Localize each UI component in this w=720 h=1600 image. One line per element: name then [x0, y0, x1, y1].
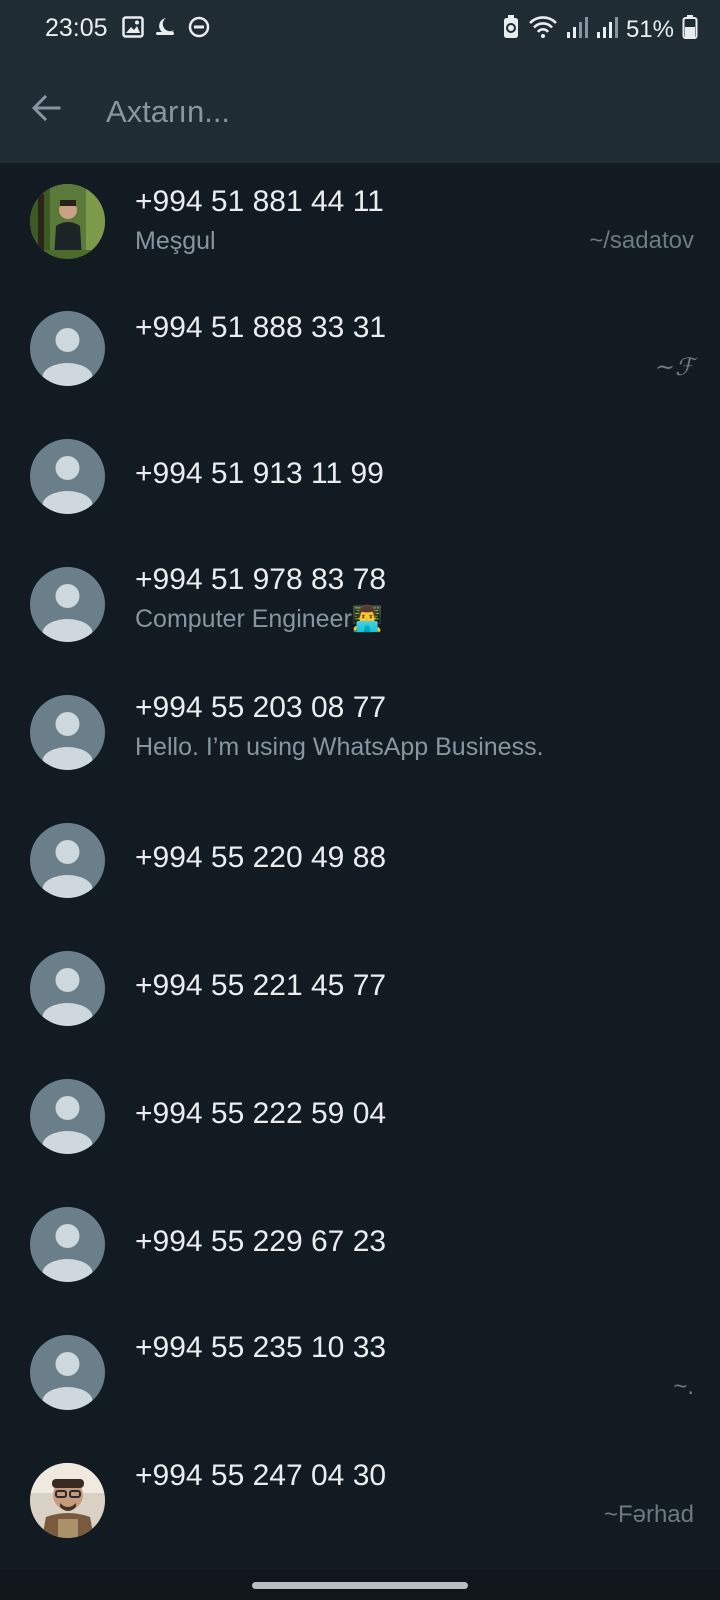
contact-row[interactable]: +994 55 222 59 04 [0, 1059, 720, 1187]
avatar [30, 951, 105, 1026]
search-input[interactable] [104, 86, 688, 138]
contact-about: Meşgul [135, 227, 216, 255]
dnd-icon [188, 16, 210, 43]
avatar [30, 1335, 105, 1410]
contact-name: +994 55 247 04 30 [135, 1459, 387, 1492]
contact-name: +994 55 220 49 88 [135, 841, 387, 874]
back-button[interactable] [22, 86, 70, 134]
contact-name: +994 51 881 44 11 [135, 185, 384, 218]
sleep-icon [154, 16, 178, 43]
contact-row[interactable]: +994 55 229 67 23 [0, 1187, 720, 1315]
avatar [30, 1079, 105, 1154]
contact-name: +994 55 222 59 04 [135, 1097, 387, 1130]
contact-row[interactable]: +994 55 235 10 33 ~. [0, 1315, 720, 1443]
contact-name: +994 55 203 08 77 [135, 691, 387, 724]
home-indicator[interactable] [252, 1582, 468, 1589]
battery-icon [682, 14, 698, 45]
avatar [30, 823, 105, 898]
contact-name: +994 51 913 11 99 [135, 457, 384, 490]
status-bar: 23:05 51% [0, 0, 720, 58]
wifi-icon [528, 15, 558, 44]
signal-icon [596, 15, 618, 44]
contact-row[interactable]: +994 55 220 49 88 [0, 803, 720, 931]
contact-pushname: ~Fərhad [603, 1501, 694, 1528]
contact-list: +994 51 881 44 11 Meşgul ~/sadatov +994 … [0, 163, 720, 1571]
avatar [30, 567, 105, 642]
contact-row[interactable]: +994 55 203 08 77 Hello. I’m using Whats… [0, 675, 720, 803]
image-icon [122, 16, 144, 43]
contact-row[interactable]: +994 55 221 45 77 [0, 931, 720, 1059]
contact-row[interactable]: +994 55 247 04 30 ~Fərhad [0, 1443, 720, 1571]
contact-row[interactable]: +994 51 881 44 11 Meşgul ~/sadatov [0, 163, 720, 291]
search-bar [0, 58, 720, 163]
contact-pushname: ~ℱ [655, 353, 694, 381]
signal-icon [566, 15, 588, 44]
avatar [30, 695, 105, 770]
contact-pushname: ~. [673, 1373, 694, 1400]
contact-row[interactable]: +994 51 978 83 78 Computer Engineer👨‍💻 [0, 547, 720, 675]
contact-name: +994 55 221 45 77 [135, 969, 387, 1002]
avatar [30, 184, 105, 259]
contact-about: Computer Engineer👨‍💻 [135, 605, 383, 633]
contact-name: +994 55 229 67 23 [135, 1225, 387, 1258]
contact-pushname: ~/sadatov [589, 227, 694, 254]
status-system-icons: 51% [502, 14, 698, 45]
status-notification-icons [122, 16, 210, 43]
battery-percent: 51% [625, 15, 674, 43]
battery-saver-icon [502, 14, 520, 45]
contact-name: +994 55 235 10 33 [135, 1331, 387, 1364]
contact-name: +994 51 888 33 31 [135, 311, 387, 344]
contact-name: +994 51 978 83 78 [135, 563, 387, 596]
avatar [30, 1207, 105, 1282]
back-arrow-icon [29, 91, 63, 130]
avatar [30, 311, 105, 386]
status-time: 23:05 [45, 14, 108, 42]
contact-row[interactable]: +994 51 888 33 31 ~ℱ [0, 291, 720, 419]
avatar [30, 439, 105, 514]
avatar [30, 1463, 105, 1538]
contact-row[interactable]: +994 51 913 11 99 [0, 419, 720, 547]
contact-about: Hello. I’m using WhatsApp Business. [135, 733, 544, 761]
